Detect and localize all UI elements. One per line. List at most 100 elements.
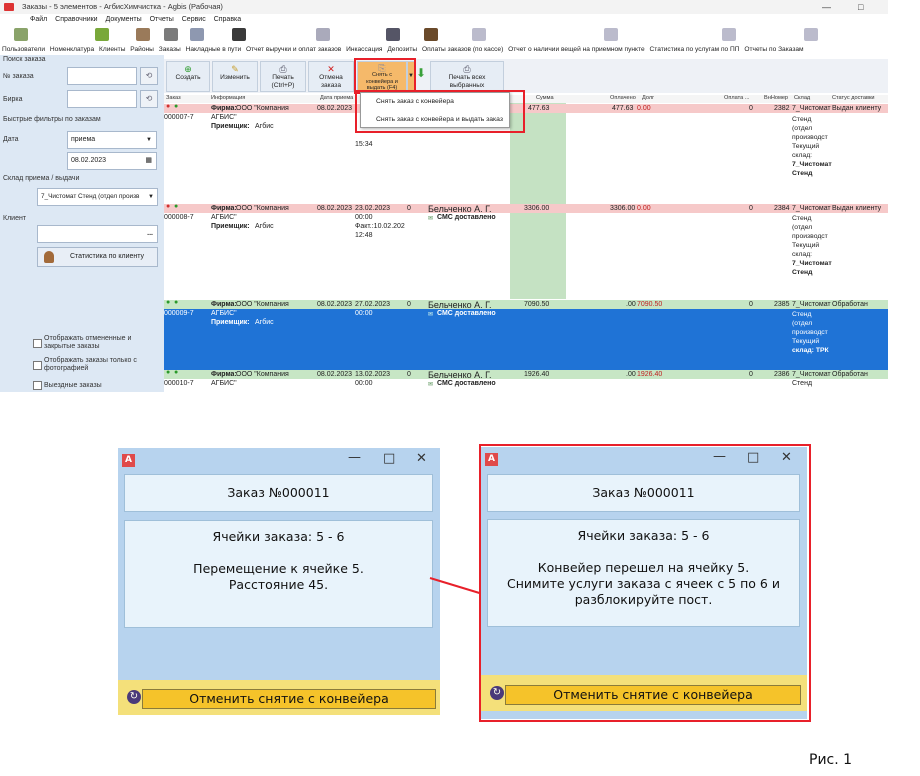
clients-icon[interactable] [136, 28, 150, 41]
col-info[interactable]: Информация [211, 95, 245, 101]
col-internal-number[interactable]: ВнНомер [764, 95, 788, 101]
nav-waybills[interactable]: Накладные в пути [186, 46, 242, 53]
menu-help[interactable]: Справка [214, 16, 241, 23]
row-order-number[interactable]: 000010-7 [164, 380, 194, 387]
col-store[interactable]: Склад [794, 95, 810, 101]
date-type-select[interactable]: приема ▼ [67, 131, 157, 149]
table-row[interactable]: ● ● Фирма: ООО "Компания 08.02.2023 477.… [164, 103, 888, 204]
table-row[interactable]: ● ● Фирма: ООО "Компания 08.02.2023 23.0… [164, 203, 888, 300]
order-reports-icon[interactable] [804, 28, 818, 41]
nav-collection[interactable]: Инкассация [346, 46, 382, 53]
orders-grid: Заказ Информация Дата приема Сумма Оплач… [164, 95, 888, 392]
row-company-line2: АГБИС" [211, 214, 237, 221]
row-store: 7_Чистомат [792, 301, 831, 308]
row-firm-label: Фирма: [211, 205, 237, 212]
table-row[interactable]: ● ● Фирма: ООО "Компания 08.02.2023 13.0… [164, 369, 888, 392]
maximize-icon[interactable]: □ [858, 0, 863, 14]
maximize-icon[interactable]: □ [747, 450, 759, 465]
quick-filters-label: Быстрые фильтры по заказам [3, 116, 101, 123]
table-row-selected[interactable]: ● ● Фирма: ООО "Компания 08.02.2023 27.0… [164, 299, 888, 370]
nav-presence-report[interactable]: Отчет о наличии вещей на приемном пункте [508, 46, 645, 53]
row-sum: 477.63 [528, 105, 550, 112]
nav-districts[interactable]: Районы [130, 46, 154, 53]
row-paid: 477.63 [612, 105, 634, 112]
row-zero: 0 [407, 371, 411, 378]
nomenclature-icon[interactable] [95, 28, 109, 41]
undo-icon: ↻ [490, 686, 504, 700]
col-order[interactable]: Заказ [166, 95, 181, 101]
row-payment: 0 [749, 205, 753, 212]
client-stats-button[interactable]: Статистика по клиенту [37, 247, 158, 267]
print-button[interactable]: ⎙ Печать (Ctrl+P) [260, 61, 306, 92]
maximize-icon[interactable]: □ [383, 451, 395, 466]
tag-search-button[interactable]: ⟲ [140, 90, 158, 108]
nav-nomenclature[interactable]: Номенклатура [50, 46, 94, 53]
field-orders-checkbox[interactable] [33, 381, 42, 390]
order-search-button[interactable]: ⟲ [140, 67, 158, 85]
cancel-removal-button[interactable]: Отменить снятие с конвейера [142, 689, 436, 709]
row-receiver-name: Агбис [255, 123, 274, 130]
dialog-titlebar: A — □ ✕ [118, 448, 440, 474]
app-icon [4, 3, 14, 11]
close-icon[interactable]: ✕ [416, 451, 427, 466]
menu-documents[interactable]: Документы [106, 16, 142, 23]
close-icon[interactable]: ✕ [781, 450, 792, 465]
calendar-icon[interactable]: ▦ [145, 153, 152, 169]
service-stats-icon[interactable] [722, 28, 736, 41]
cancel-removal-button[interactable]: Отменить снятие с конвейера [505, 685, 801, 705]
collection-icon[interactable] [386, 28, 400, 41]
client-browse-button[interactable]: ... [147, 226, 153, 242]
nav-payments[interactable]: Оплаты заказов (по кассе) [422, 46, 503, 53]
col-payment[interactable]: Оплата ... [724, 95, 749, 101]
nav-order-reports[interactable]: Отчеты по Заказам [744, 46, 803, 53]
col-date[interactable]: Дата приема [320, 95, 353, 101]
payments-icon[interactable] [472, 28, 486, 41]
nav-users[interactable]: Пользователи [2, 46, 45, 53]
col-sum[interactable]: Сумма [536, 95, 554, 101]
orders-icon[interactable] [190, 28, 204, 41]
minimize-icon[interactable]: — [348, 450, 361, 465]
green-arrow-icon[interactable]: ⬇ [416, 66, 426, 80]
waybills-icon[interactable] [232, 28, 246, 41]
nav-revenue-report[interactable]: Отчет выручки и оплат заказов [246, 46, 341, 53]
tag-label: Бирка [3, 96, 23, 103]
row-order-number[interactable]: 000008-7 [164, 214, 194, 221]
col-delivery-status[interactable]: Статус доставки [832, 95, 875, 101]
nav-clients[interactable]: Клиенты [99, 46, 125, 53]
print-all-button[interactable]: ⎙ Печать всех выбранных [430, 61, 504, 92]
menu-service[interactable]: Сервис [182, 16, 206, 23]
warehouse-select[interactable]: 7_Чистомат Стенд (отдел произв ▼ [37, 188, 158, 206]
col-paid[interactable]: Оплачено [610, 95, 636, 101]
row-order-number[interactable]: 000009-7 [164, 310, 194, 317]
row-debt: 0.00 [637, 105, 651, 112]
create-button[interactable]: ⊕ Создать [166, 61, 210, 92]
minimize-icon[interactable]: — [713, 449, 726, 464]
order-number-input[interactable] [67, 67, 137, 85]
row-order-number[interactable]: 000007-7 [164, 114, 194, 121]
users-icon[interactable] [14, 28, 28, 41]
deposits-icon[interactable] [424, 28, 438, 41]
show-cancelled-checkbox[interactable] [33, 339, 42, 348]
plus-icon: ⊕ [184, 64, 192, 74]
row-payment: 0 [749, 105, 753, 112]
date-input[interactable]: 08.02.2023 ▦ [67, 152, 157, 170]
nav-orders[interactable]: Заказы [159, 46, 181, 53]
districts-icon[interactable] [164, 28, 178, 41]
menu-reports[interactable]: Отчеты [150, 16, 174, 23]
cancel-order-button[interactable]: ✕ Отмена заказа [308, 61, 354, 92]
col-debt[interactable]: Долг [642, 95, 654, 101]
nav-service-stats[interactable]: Статистика по услугам по ПП [649, 46, 739, 53]
photo-only-checkbox[interactable] [33, 361, 42, 370]
report-icon[interactable] [316, 28, 330, 41]
client-input[interactable]: ... [37, 225, 158, 243]
row-time: 00:00 [355, 310, 373, 317]
menu-directories[interactable]: Справочники [55, 16, 97, 23]
edit-button[interactable]: ✎ Изменить [212, 61, 258, 92]
row-company-line2: АГБИС" [211, 380, 237, 387]
menu-file[interactable]: Файл [30, 16, 47, 23]
tag-input[interactable] [67, 90, 137, 108]
presence-report-icon[interactable] [604, 28, 618, 41]
minimize-icon[interactable]: — [822, 0, 831, 14]
nav-deposits[interactable]: Депозиты [387, 46, 417, 53]
row-fact-date: Факт.:10.02.202 [355, 223, 405, 230]
